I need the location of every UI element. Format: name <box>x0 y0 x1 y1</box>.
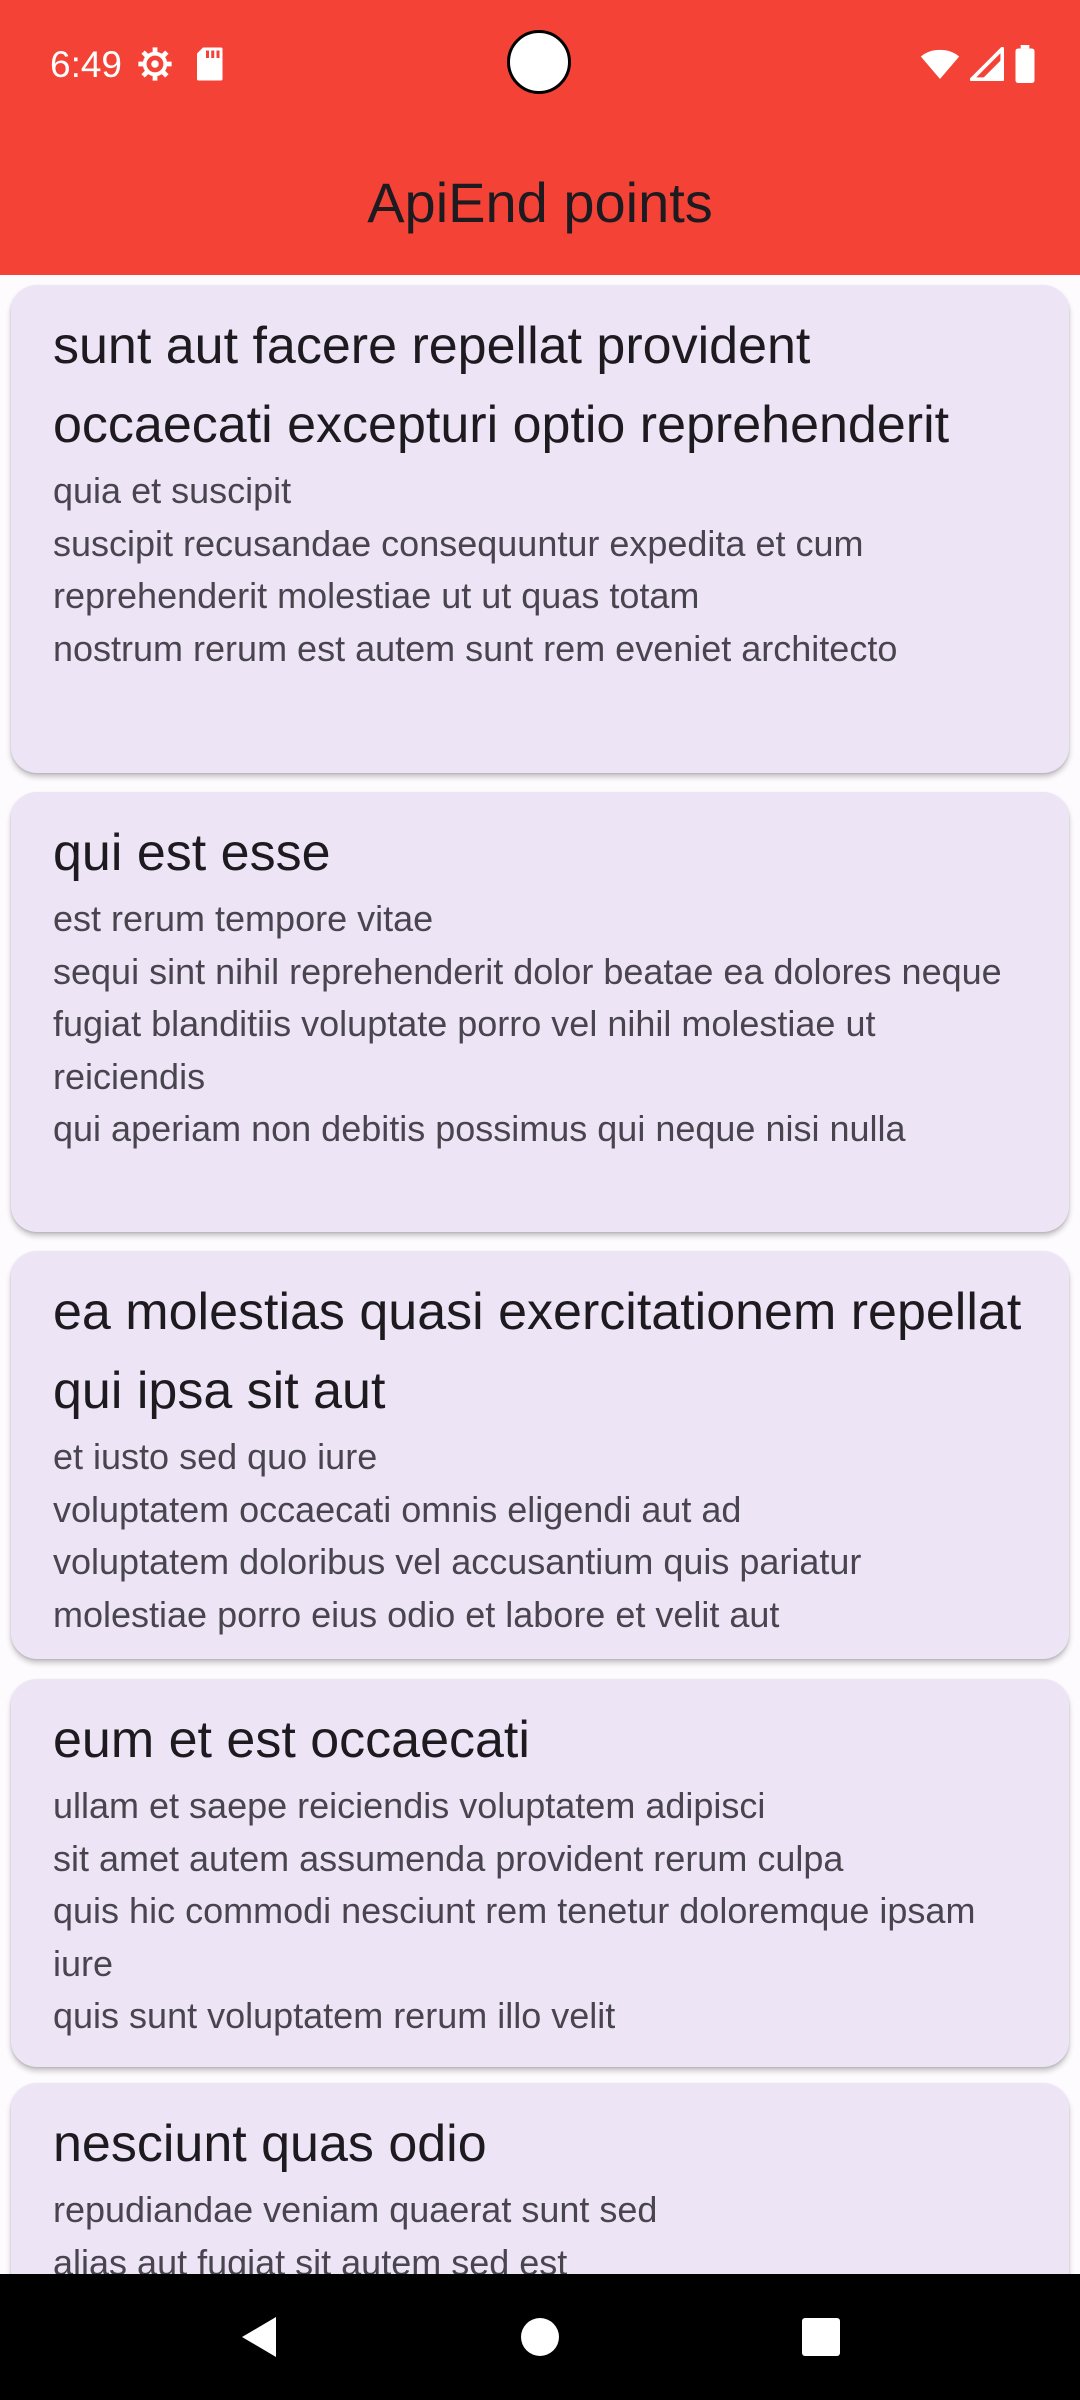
post-card[interactable]: eum et est occaecati ullam et saepe reic… <box>11 1679 1069 2067</box>
navigation-bar <box>0 2274 1080 2400</box>
post-card[interactable]: ea molestias quasi exercitationem repell… <box>11 1251 1069 1659</box>
post-title: qui est esse <box>53 824 331 882</box>
status-bar: 6:49 <box>0 0 1080 128</box>
back-icon[interactable] <box>210 2274 310 2400</box>
post-card[interactable]: qui est esse est rerum tempore vitae seq… <box>11 792 1069 1232</box>
recents-icon[interactable] <box>771 2274 871 2400</box>
post-body: repudiandae veniam quaerat sunt sed alia… <box>53 2189 658 2275</box>
post-body: est rerum tempore vitae sequi sint nihil… <box>53 898 1002 1149</box>
page-title: ApiEnd points <box>367 171 713 234</box>
post-title: nesciunt quas odio <box>53 2115 487 2173</box>
post-title: sunt aut facere repellat provident occae… <box>53 317 950 454</box>
post-card[interactable]: nesciunt quas odio repudiandae veniam qu… <box>11 2083 1069 2275</box>
post-title: ea molestias quasi exercitationem repell… <box>53 1283 1022 1420</box>
wifi-icon <box>920 47 960 86</box>
post-body: ullam et saepe reiciendis voluptatem adi… <box>53 1785 976 2036</box>
home-icon[interactable] <box>490 2274 590 2400</box>
post-card[interactable]: sunt aut facere repellat provident occae… <box>11 285 1069 773</box>
post-title: eum et est occaecati <box>53 1711 530 1769</box>
battery-icon <box>1014 45 1036 88</box>
app-bar: ApiEnd points <box>0 128 1080 275</box>
cell-signal-icon <box>969 46 1005 86</box>
camera-cutout <box>507 30 571 94</box>
posts-list[interactable]: sunt aut facere repellat provident occae… <box>0 275 1080 2275</box>
settings-icon <box>136 45 174 88</box>
post-body: quia et suscipit suscipit recusandae con… <box>53 470 898 669</box>
post-body: et iusto sed quo iure voluptatem occaeca… <box>53 1436 862 1635</box>
status-time: 6:49 <box>50 44 123 85</box>
sd-card-icon <box>194 46 224 87</box>
